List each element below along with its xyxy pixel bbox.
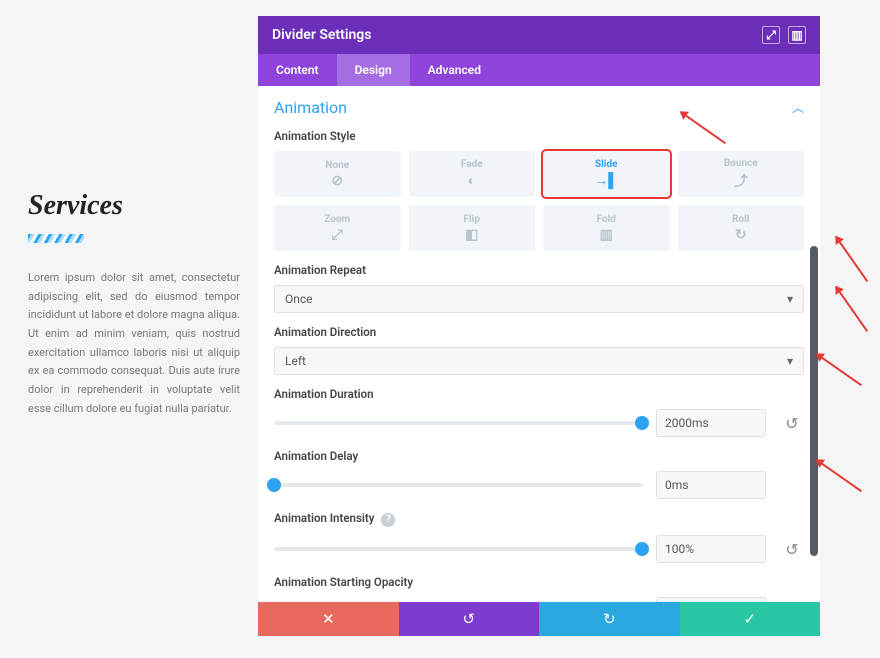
fade-icon: ◐ (468, 172, 476, 189)
style-fade[interactable]: Fade ◐ (409, 151, 536, 197)
tab-advanced[interactable]: Advanced (410, 54, 499, 86)
style-fold[interactable]: Fold ▥ (543, 205, 670, 251)
fold-icon: ▥ (600, 227, 613, 243)
style-slide[interactable]: Slide →▌ (543, 151, 670, 197)
chevron-up-icon[interactable]: ︿ (792, 99, 804, 116)
tab-content[interactable]: Content (258, 54, 337, 86)
style-bounce[interactable]: Bounce ⤴ (678, 151, 805, 197)
style-label: Zoom (324, 214, 350, 225)
tabs: Content Design Advanced (258, 54, 820, 86)
slider-thumb[interactable] (635, 542, 649, 556)
annotation-arrow (820, 356, 862, 386)
slide-icon: →▌ (594, 172, 618, 189)
intensity-value[interactable]: 100% (656, 535, 766, 563)
save-button[interactable]: ✓ (680, 602, 821, 636)
panel-body: Animation ︿ Animation Style None ⊘ Fade … (258, 86, 820, 602)
roll-icon: ↻ (735, 227, 747, 243)
divider-preview (28, 234, 84, 243)
body-text: Lorem ipsum dolor sit amet, consectetur … (28, 269, 240, 419)
style-none[interactable]: None ⊘ (274, 151, 401, 197)
style-label: Fold (597, 214, 616, 225)
label-animation-direction: Animation Direction (274, 325, 804, 339)
page-title: Services (28, 190, 240, 222)
label-animation-style: Animation Style (274, 129, 804, 143)
label-animation-opacity: Animation Starting Opacity (274, 575, 804, 589)
flip-icon: ◧ (465, 227, 478, 243)
animation-repeat-select[interactable]: Once (274, 285, 804, 313)
zoom-icon: ⤢ (332, 227, 343, 243)
bounce-icon: ⤴ (734, 171, 748, 191)
reset-icon[interactable]: ↺ (780, 537, 804, 561)
style-label: Bounce (724, 158, 758, 169)
slider-thumb[interactable] (635, 416, 649, 430)
style-flip[interactable]: Flip ◧ (409, 205, 536, 251)
delay-slider[interactable] (274, 483, 642, 487)
annotation-arrow (838, 240, 868, 282)
delay-value[interactable]: 0ms (656, 471, 766, 499)
animation-direction-select[interactable]: Left (274, 347, 804, 375)
none-icon: ⊘ (331, 173, 343, 189)
animation-style-grid: None ⊘ Fade ◐ Slide →▌ Bounce ⤴ Zoom ⤢ (274, 151, 804, 251)
grid-icon[interactable]: ▥ (788, 26, 806, 44)
label-animation-delay: Animation Delay (274, 449, 804, 463)
panel-footer: ✕ ↺ ↻ ✓ (258, 602, 820, 636)
label-animation-repeat: Animation Repeat (274, 263, 804, 277)
opacity-value[interactable]: 0% (656, 597, 766, 602)
style-zoom[interactable]: Zoom ⤢ (274, 205, 401, 251)
style-label: Slide (595, 159, 617, 170)
undo-button[interactable]: ↺ (399, 602, 540, 636)
style-label: Fade (461, 159, 483, 170)
intensity-slider[interactable] (274, 547, 642, 551)
style-label: Flip (464, 214, 480, 225)
label-animation-duration: Animation Duration (274, 387, 804, 401)
select-value: Once (285, 292, 313, 306)
tab-design[interactable]: Design (337, 54, 410, 86)
duration-slider[interactable] (274, 421, 642, 425)
label-animation-intensity: Animation Intensity ? (274, 511, 804, 527)
style-label: None (325, 160, 349, 171)
style-label: Roll (732, 214, 749, 225)
select-value: Left (285, 354, 306, 368)
annotation-arrow (820, 462, 862, 492)
style-roll[interactable]: Roll ↻ (678, 205, 805, 251)
close-button[interactable]: ✕ (258, 602, 399, 636)
panel-header: Divider Settings ⤢ ▥ (258, 16, 820, 54)
scrollbar[interactable] (810, 246, 818, 556)
redo-button[interactable]: ↻ (539, 602, 680, 636)
reset-icon[interactable]: ↺ (780, 411, 804, 435)
settings-panel: Divider Settings ⤢ ▥ Content Design Adva… (258, 16, 820, 636)
section-title[interactable]: Animation (274, 98, 347, 117)
panel-title: Divider Settings (272, 27, 754, 43)
expand-icon[interactable]: ⤢ (762, 26, 780, 44)
help-icon[interactable]: ? (381, 513, 395, 527)
slider-thumb[interactable] (267, 478, 281, 492)
duration-value[interactable]: 2000ms (656, 409, 766, 437)
annotation-arrow (838, 290, 868, 332)
